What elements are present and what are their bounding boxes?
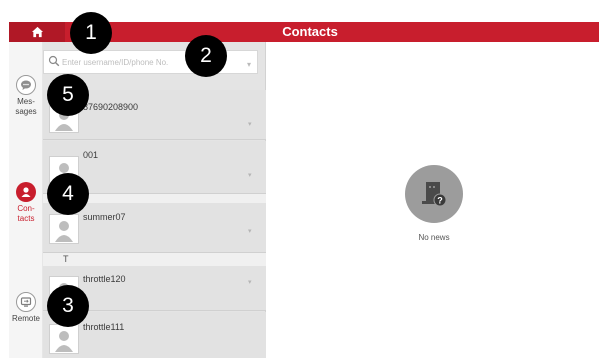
contact-name: throttle111 — [83, 322, 125, 332]
person-icon — [16, 182, 36, 202]
chevron-down-icon: ▾ — [246, 60, 251, 69]
callout-marker: 5 — [47, 74, 89, 116]
contact-name: 001 — [83, 150, 99, 160]
section-header: T — [43, 253, 266, 266]
nav-item-label: Con- tacts — [17, 204, 35, 223]
contact-name: summer07 — [83, 212, 126, 222]
nav-item-label: Mes- sages — [15, 97, 37, 116]
svg-text:?: ? — [437, 196, 443, 206]
callout-marker: 4 — [47, 173, 89, 215]
nav-item-remote[interactable]: Remote — [9, 292, 43, 324]
avatar — [49, 214, 79, 244]
callout-marker: 1 — [70, 12, 112, 54]
home-icon — [31, 26, 43, 38]
nav-item-messages[interactable]: Mes- sages — [9, 75, 43, 117]
default-avatar-icon — [55, 221, 73, 242]
callout-marker: 2 — [185, 35, 227, 77]
search-icon — [48, 55, 60, 67]
callout-marker: 3 — [47, 285, 89, 327]
nav-item-contacts[interactable]: Con- tacts — [9, 182, 43, 224]
contacts-screen: Contacts Mes- sages Con- tacts Remote ▾ — [0, 0, 601, 358]
chevron-down-icon: ▾ — [248, 279, 252, 286]
chevron-down-icon: ▾ — [248, 121, 252, 128]
avatar — [49, 324, 79, 354]
chevron-down-icon: ▾ — [248, 172, 252, 179]
contact-name: throttle120 — [83, 274, 126, 284]
remote-screen-icon — [16, 292, 36, 312]
empty-state-text: No news — [418, 233, 450, 242]
contact-name: 87690208900 — [83, 102, 139, 112]
no-news-icon: ? — [405, 165, 463, 223]
chat-bubble-icon — [16, 75, 36, 95]
page-title: Contacts — [282, 24, 338, 39]
nav-item-label: Remote — [11, 314, 40, 323]
home-button[interactable] — [9, 22, 65, 42]
chevron-down-icon: ▾ — [248, 228, 252, 235]
default-avatar-icon — [55, 331, 73, 352]
